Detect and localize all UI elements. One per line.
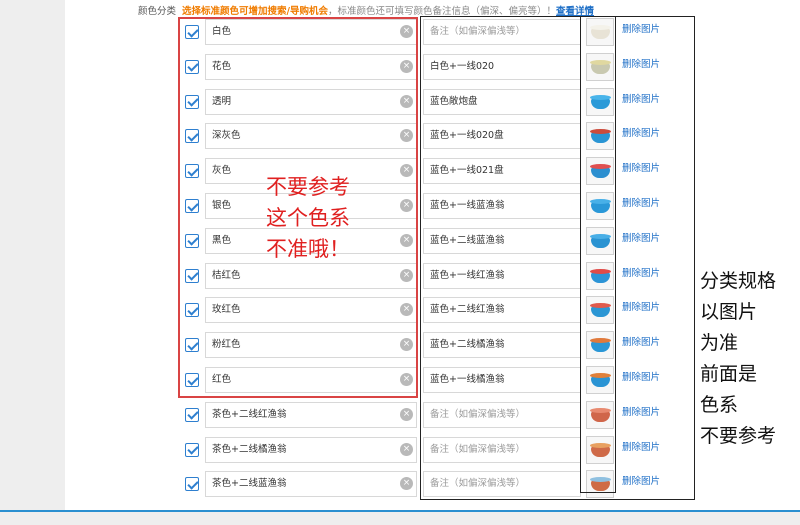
black-annotation-box	[420, 16, 695, 500]
color-checkbox[interactable]	[185, 407, 199, 422]
red-annotation-text: 不要参考 这个色系 不准哦！	[266, 175, 350, 261]
black-annotation-image-box	[580, 16, 616, 493]
color-checkbox[interactable]	[185, 477, 199, 492]
bottom-bar	[0, 510, 800, 525]
black-annotation-text: 分类规格 以图片 为准 前面是 色系 不要参考	[700, 270, 777, 447]
clear-icon[interactable]: ×	[400, 442, 413, 456]
color-category-label: 颜色分类	[138, 6, 177, 17]
color-name-input[interactable]: 茶色+二线蓝渔翁	[205, 471, 417, 498]
standard-color-hint: 选择标准颜色可增加搜索/导购机会	[182, 6, 328, 17]
color-name-input[interactable]: 茶色+二线红渔翁	[205, 401, 417, 428]
clear-icon[interactable]: ×	[400, 407, 413, 421]
bottom-divider	[0, 510, 800, 512]
color-checkbox[interactable]	[185, 442, 199, 457]
color-name-input[interactable]: 茶色+二线橘渔翁	[205, 436, 417, 463]
